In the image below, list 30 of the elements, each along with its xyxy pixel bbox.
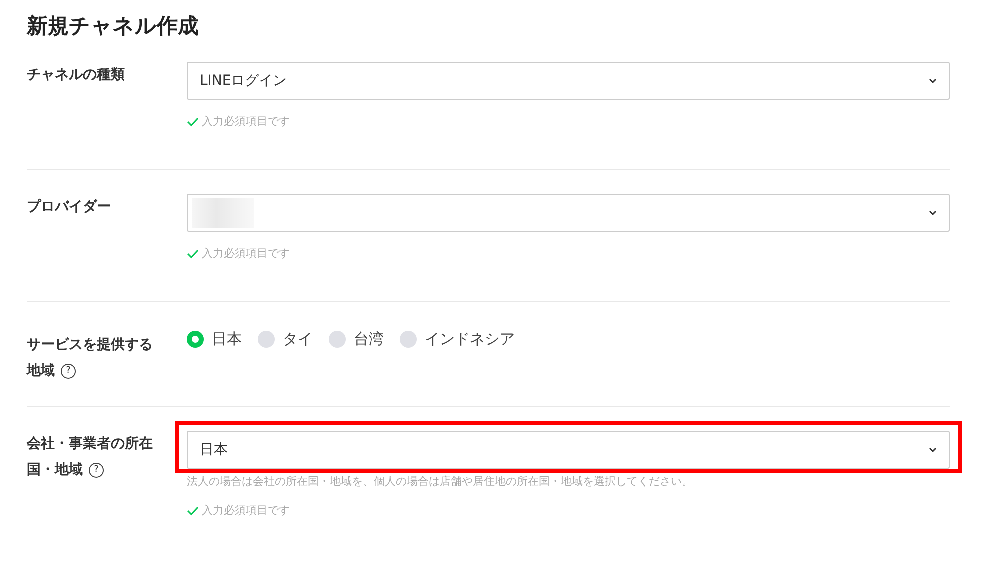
radio-button[interactable] [187,331,204,348]
help-icon[interactable]: ? [89,462,104,478]
chevron-down-icon [929,447,937,453]
field-label: プロバイダー [27,198,111,217]
field-label: 会社・事業者の所在 [27,435,153,454]
validation-text: 入力必須項目です [202,503,290,518]
field-label: 地域 [27,362,55,381]
field-label: サービスを提供する [27,336,153,355]
check-icon [187,248,199,258]
radio-button[interactable] [329,331,346,348]
radio-button[interactable] [400,331,417,348]
page-title: 新規チャネル作成 [27,13,200,40]
radio-option[interactable]: 日本 [187,330,242,349]
check-icon [187,506,199,516]
radio-button[interactable] [258,331,275,348]
field-note: 法人の場合は会社の所在国・地域を、個人の場合は店舗や居住地の所在国・地域を選択してください。 [187,474,694,489]
select-field[interactable]: LINEログイン [187,62,950,100]
field-label: チャネルの種類 [27,66,125,85]
help-icon[interactable]: ? [61,364,76,378]
select-field[interactable]: 日本 [187,431,950,469]
radio-option[interactable]: 台湾 [329,330,384,349]
select-field[interactable] [187,194,950,232]
radio-option[interactable]: インドネシア [400,330,515,349]
chevron-down-icon [929,210,937,216]
radio-option[interactable]: タイ [258,330,313,349]
check-icon [187,116,199,126]
validation-text: 入力必須項目です [202,114,290,129]
chevron-down-icon [929,78,937,84]
validation-text: 入力必須項目です [202,246,290,261]
field-label: 国・地域 [27,461,83,480]
